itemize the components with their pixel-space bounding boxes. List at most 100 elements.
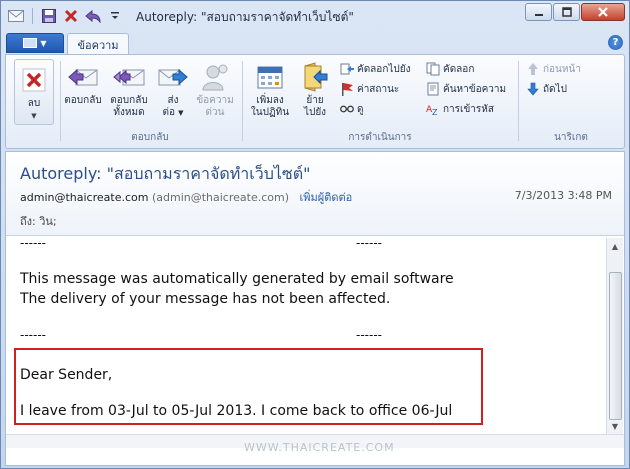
quick-access-toolbar [7,7,124,25]
next-label: ถัดไป [543,83,567,95]
copy-icon [426,62,440,76]
ribbon-group-navigate: ก่อนหน้า ถัดไป นาริเกต [520,57,622,147]
navigate-group-label: นาริเกต [554,132,588,143]
encrypt-icon: AZ [426,102,440,116]
title-bar: Autoreply: "สอบถามราคาจัดทำเว็บไซต์" [1,1,629,31]
reply-all-button[interactable]: ตอบกลับ ทั้งหมด [106,61,152,119]
ribbon-group-actions: เพิ่มลง ในปฏิทิน ย้าย ไปยัง คัดลอกไปยัง [244,57,516,147]
up-arrow-icon [526,62,540,76]
tab-message[interactable]: ข้อความ [67,33,129,55]
respond-group-label: ตอบกลับ [131,132,169,143]
message-to: ถึง: วิน; [20,215,57,228]
from-email[interactable]: admin@thaicreate.com [20,191,148,204]
reply-icon[interactable] [84,7,102,25]
message-from: admin@thaicreate.com (admin@thaicreate.c… [20,188,352,206]
encrypt-label: การเข้ารหัส [443,103,494,115]
encrypt-button[interactable]: AZ การเข้ารหัส [426,101,494,117]
forward-label-text: ต่อ [162,107,175,118]
ribbon-separator [518,61,519,141]
view-button[interactable]: ดู [340,101,364,117]
scroll-down-icon[interactable]: ▼ [609,420,621,432]
forward-button[interactable]: ส่ง ต่อ ▼ [154,61,192,119]
find-doc-icon [426,82,440,96]
separator-dashes: ------ [20,328,46,342]
move-label-1: ย้าย [306,95,324,106]
actions-group-label: การดำเนินการ [348,132,412,143]
mail-icon[interactable] [7,7,25,25]
help-icon[interactable]: ? [608,35,623,50]
previous-label: ก่อนหน้า [543,63,581,75]
ribbon-group-respond: ตอบกลับ ตอบกลับ ทั้งหมด ส่ง ต่อ ▼ ข้อควา… [62,57,238,147]
ribbon-group-delete: ลบ ▼ [12,57,56,147]
window-controls [525,3,625,21]
window-title: Autoreply: "สอบถามราคาจัดทำเว็บไซต์" [136,10,354,24]
reply-all-icon [113,61,145,93]
delete-dropdown-icon: ▼ [31,112,37,120]
add-to-calendar-button[interactable]: เพิ่มลง ในปฏิทิน [246,61,294,119]
down-arrow-icon [526,82,540,96]
copy-to-label: คัดลอกไปยัง [357,63,411,75]
move-button[interactable]: ย้าย ไปยัง [296,61,334,119]
message-subject: Autoreply: "สอบถามราคาจัดทำเว็บไซต์" [20,164,311,183]
find-label: ค้นหาข้อความ [443,83,507,95]
dropdown-icon[interactable] [106,7,124,25]
calendar-label-2: ในปฏิทิน [250,107,290,118]
copy-button[interactable]: คัดลอก [426,61,474,77]
move-folder-icon [299,61,331,93]
close-button[interactable] [581,3,625,21]
flag-icon [340,82,354,96]
copy-to-button[interactable]: คัดลอกไปยัง [340,61,411,77]
svg-text:Z: Z [432,108,438,116]
message-body[interactable]: ------ ------ This message was automatic… [12,236,602,432]
view-label: ดู [357,103,364,115]
instant-message-button[interactable]: ข้อความ ด่วน [194,61,236,119]
maximize-button[interactable] [553,3,580,21]
separator-dashes: ------ [20,236,46,250]
move-label-2: ไปยัง [303,107,327,118]
ribbon-tab-row: ▼ ข้อความ ? [1,32,629,55]
minimize-button[interactable] [525,3,552,21]
forward-label-2: ต่อ ▼ [162,107,183,119]
ribbon: ลบ ▼ ตอบกลับ ตอบกลับ ทั้งหมด ส่ง ต่อ ▼ ข… [5,54,625,149]
calendar-label-1: เพิ่มลง [256,95,284,106]
separator-dashes: ------ [356,236,382,250]
flag-status-label: ค่าสถานะ [357,83,400,95]
delete-button[interactable]: ลบ ▼ [14,59,54,125]
message-date: 7/3/2013 3:48 PM [514,189,612,202]
delete-x-icon [18,64,50,96]
im-label-2: ด่วน [205,107,225,118]
body-greeting: Dear Sender, [20,367,113,383]
save-icon[interactable] [40,7,58,25]
add-contact-link[interactable]: เพิ่มผู้ติดต่อ [300,191,353,204]
reply-label: ตอบกลับ [64,95,102,106]
scroll-up-icon[interactable]: ▲ [609,240,621,252]
flag-status-button[interactable]: ค่าสถานะ [340,81,399,97]
find-button[interactable]: ค้นหาข้อความ [426,81,506,97]
watermark-text: WWW.THAICREATE.COM [244,441,395,454]
forward-dropdown-icon: ▼ [178,109,184,117]
body-leave-notice: I leave from 03-Jul to 05-Jul 2013. I co… [20,403,453,419]
copy-label: คัดลอก [443,63,475,75]
outlook-message-window: Autoreply: "สอบถามราคาจัดทำเว็บไซต์" ▼ ข… [0,0,630,469]
reply-all-label-1: ตอบกลับ [110,95,148,106]
forward-icon [157,61,189,93]
from-address: (admin@thaicreate.com) [151,191,290,204]
copy-to-icon [340,62,354,76]
delete-label: ลบ [27,98,41,109]
reply-button[interactable]: ตอบกลับ [62,61,104,107]
im-label-1: ข้อความ [196,95,234,106]
previous-button[interactable]: ก่อนหน้า [526,61,581,77]
separator-dashes: ------ [356,328,382,342]
body-line-delivery: The delivery of your message has not bee… [20,291,391,307]
message-header: Autoreply: "สอบถามราคาจัดทำเว็บไซต์" adm… [6,152,624,236]
chevron-down-icon: ▼ [40,38,47,48]
next-button[interactable]: ถัดไป [526,81,567,97]
message-pane: Autoreply: "สอบถามราคาจัดทำเว็บไซต์" adm… [5,151,625,466]
scroll-thumb[interactable] [609,272,622,420]
delete-icon[interactable] [62,7,80,25]
glasses-icon [340,102,354,116]
ribbon-separator [60,61,61,141]
file-menu-button[interactable]: ▼ [6,33,64,53]
forward-label-1: ส่ง [167,95,179,106]
vertical-scrollbar[interactable]: ▲ ▼ [606,238,623,434]
